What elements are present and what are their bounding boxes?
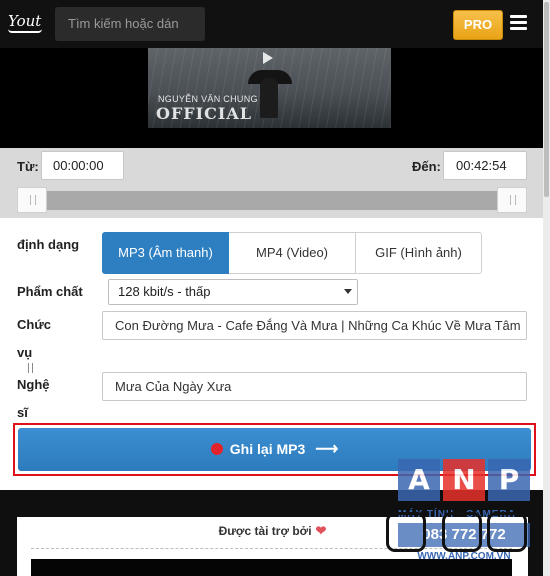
trim-end-handle[interactable]: [497, 187, 527, 213]
end-time-input[interactable]: 00:42:54: [443, 151, 527, 180]
pro-button[interactable]: PRO: [453, 10, 503, 40]
chevron-down-icon: [344, 289, 352, 294]
trim-panel: Từ: 00:00:00 Đến: 00:42:54: [0, 148, 543, 218]
resize-handle-icon: [27, 363, 34, 373]
watermark-ring-icon: [487, 512, 527, 552]
trim-start-handle[interactable]: [17, 187, 47, 213]
logo-text: Yout: [8, 12, 42, 30]
format-gif-button[interactable]: GIF (Hình ảnh): [355, 232, 482, 274]
hamburger-menu-icon[interactable]: [510, 15, 527, 31]
anp-watermark: A N P MÁY TÍNH - CAMERA 083 772 772 WWW.…: [386, 459, 530, 576]
conversion-form: định dạng MP3 (Âm thanh) MP4 (Video) GIF…: [0, 218, 543, 490]
watermark-site: WWW.ANP.COM.VN: [417, 551, 511, 562]
top-bar: Yout Tìm kiếm hoặc dán PRO: [0, 0, 543, 48]
sponsor-text: Được tài trợ bởi: [218, 524, 312, 538]
thumbnail-official-text: OFFICIAL: [156, 104, 253, 123]
artist-label-line2: sĩ: [17, 405, 28, 420]
search-input[interactable]: Tìm kiếm hoặc dán: [55, 7, 205, 41]
watermark-letter-p: P: [488, 459, 530, 501]
to-label: Đến:: [412, 159, 441, 174]
start-time-input[interactable]: 00:00:00: [41, 151, 124, 180]
quality-select[interactable]: 128 kbit/s - thấp: [108, 279, 358, 305]
person-graphic: [260, 78, 278, 118]
artist-label-line1: Nghệ: [17, 377, 50, 392]
title-label-line2: vụ: [17, 345, 33, 360]
artist-input[interactable]: Mưa Của Ngày Xưa: [102, 372, 527, 401]
trim-range-track[interactable]: [17, 191, 527, 210]
watermark-ring-icon: [442, 512, 482, 552]
arrow-right-icon: ⟶: [315, 441, 339, 458]
record-dot-icon: [210, 443, 223, 455]
record-label: Ghi lại MP3: [229, 441, 306, 457]
thumbnail-artist-text: NGUYỄN VĂN CHUNG: [158, 94, 258, 104]
from-label: Từ:: [17, 159, 39, 174]
format-mp3-button[interactable]: MP3 (Âm thanh): [102, 232, 229, 274]
title-label-line1: Chức: [17, 317, 51, 332]
scrollbar-thumb[interactable]: [544, 2, 549, 197]
format-mp4-button[interactable]: MP4 (Video): [229, 232, 356, 274]
watermark-letter-a: A: [398, 459, 440, 501]
watermark-ring-icon: [386, 512, 426, 552]
video-player: NGUYỄN VĂN CHUNG OFFICIAL: [0, 48, 543, 148]
play-icon[interactable]: [263, 52, 273, 64]
video-thumbnail[interactable]: NGUYỄN VĂN CHUNG OFFICIAL: [148, 48, 391, 128]
quality-label: Phẩm chất: [17, 284, 83, 299]
watermark-letter-n: N: [443, 459, 485, 501]
quality-value: 128 kbit/s - thấp: [118, 284, 211, 299]
page-scrollbar[interactable]: [543, 0, 550, 576]
logo-swoosh-icon: [8, 29, 42, 33]
yout-logo[interactable]: Yout: [8, 12, 48, 36]
format-label: định dạng: [17, 237, 80, 252]
title-input[interactable]: Con Đường Mưa - Cafe Đắng Và Mưa | Những…: [102, 311, 527, 340]
heart-icon: ❤: [315, 523, 327, 538]
